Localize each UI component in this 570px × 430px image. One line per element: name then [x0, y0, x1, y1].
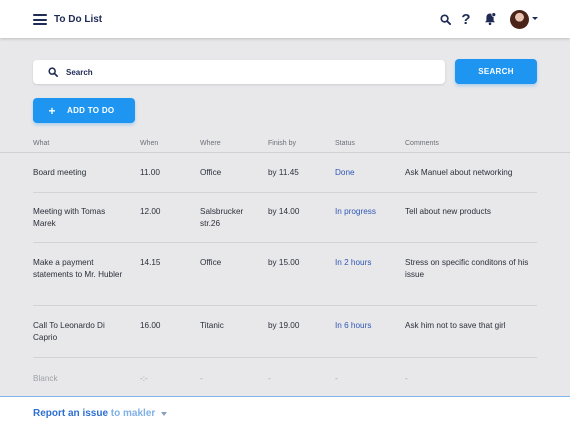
cell-comments: Tell about new products	[405, 207, 492, 216]
search-input[interactable]	[66, 67, 426, 77]
cell-what: Blanck	[33, 374, 58, 383]
column-header-finish-by: Finish by	[268, 140, 297, 147]
cell-status: In 6 hours	[335, 321, 372, 330]
cell-where: Office	[200, 258, 222, 267]
cell-comments: -	[405, 374, 408, 383]
plus-icon: +	[48, 103, 56, 118]
search-icon[interactable]	[437, 11, 453, 27]
table-row[interactable]: Call To Leonardo Di Caprio 16.00 Titanic…	[33, 306, 537, 358]
cell-status: Done	[335, 168, 355, 177]
top-bar: To Do List ?	[0, 0, 570, 38]
report-issue-label: Report an issue	[33, 408, 109, 419]
app-title: To Do List	[54, 14, 103, 25]
search-button[interactable]: SEARCH	[455, 59, 537, 84]
column-header-when: When	[140, 140, 159, 147]
table-row[interactable]: Meeting with Tomas Marek 12.00 Salsbruck…	[33, 193, 537, 243]
search-icon	[48, 66, 60, 78]
cell-status: In progress	[335, 207, 376, 216]
cell-when: -:-	[140, 374, 148, 383]
bell-icon[interactable]	[482, 11, 498, 27]
report-issue-target: to makler	[108, 408, 156, 419]
cell-where: Titanic	[200, 321, 224, 330]
cell-comments: Ask him not to save that girl	[405, 321, 506, 330]
table-row[interactable]: Make a payment statements to Mr. Hubler …	[33, 243, 537, 306]
cell-status: In 2 hours	[335, 258, 372, 267]
cell-finish-by: by 11.45	[268, 168, 299, 177]
chevron-down-icon[interactable]	[532, 17, 538, 20]
search-field[interactable]	[33, 60, 445, 84]
column-header-where: Where	[200, 140, 221, 147]
menu-icon[interactable]	[33, 14, 47, 25]
add-todo-label: ADD TO DO	[67, 106, 115, 115]
cell-where: -	[200, 374, 203, 383]
avatar[interactable]	[510, 10, 529, 29]
cell-finish-by: by 14.00	[268, 207, 300, 216]
cell-status: -	[335, 374, 338, 383]
cell-comments: Stress on specific conditons of his issu…	[405, 258, 529, 279]
column-header-status: Status	[335, 140, 355, 147]
cell-where: Salsbrucker str.26	[200, 207, 244, 228]
footer-bar: Report an issue to makler	[0, 396, 570, 430]
cell-comments: Ask Manuel about networking	[405, 168, 513, 177]
cell-when: 11.00	[140, 168, 160, 177]
cell-when: 14.15	[140, 258, 161, 267]
cell-what: Board meeting	[33, 168, 87, 177]
help-icon[interactable]: ?	[458, 11, 474, 28]
table-row[interactable]: Board meeting 11.00 Office by 11.45 Done…	[33, 153, 537, 193]
cell-finish-by: by 15.00	[268, 258, 300, 267]
cell-finish-by: -	[268, 374, 271, 383]
cell-where: Office	[200, 168, 222, 177]
cell-when: 16.00	[140, 321, 161, 330]
todo-table: What When Where Finish by Status Comment…	[0, 136, 570, 392]
column-header-comments: Comments	[405, 140, 439, 147]
column-header-what: What	[33, 140, 50, 147]
cell-finish-by: by 19.00	[268, 321, 300, 330]
add-todo-button[interactable]: + ADD TO DO	[33, 98, 135, 123]
table-header: What When Where Finish by Status Comment…	[0, 136, 570, 153]
cell-what: Call To Leonardo Di Caprio	[33, 321, 105, 342]
cell-when: 12.00	[140, 207, 161, 216]
cell-what: Meeting with Tomas Marek	[33, 207, 106, 228]
cell-what: Make a payment statements to Mr. Hubler	[33, 258, 123, 279]
report-issue-link[interactable]: Report an issue to makler	[33, 408, 168, 419]
chevron-down-icon[interactable]	[161, 411, 168, 416]
table-row-blank[interactable]: Blanck -:- - - - -	[33, 358, 537, 392]
